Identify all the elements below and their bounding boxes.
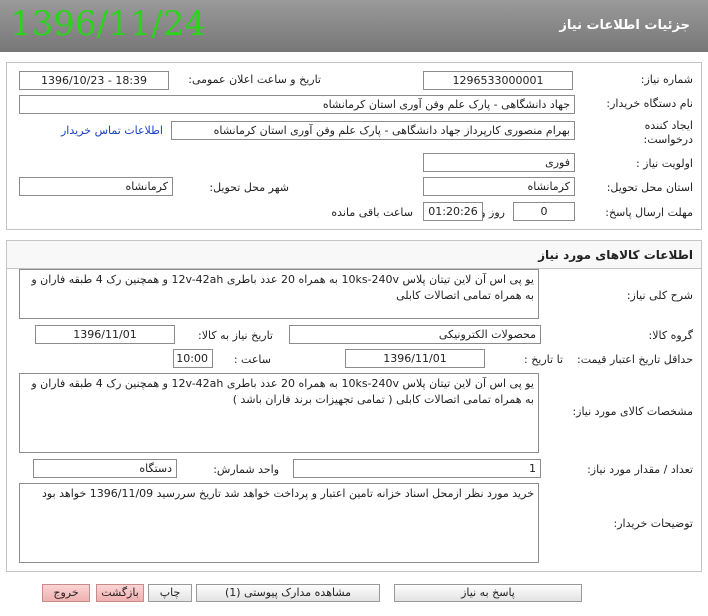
print-button[interactable]: چاپ — [148, 584, 192, 602]
unit-label: واحد شمارش: — [213, 463, 279, 476]
buyer-field: جهاد دانشگاهی - پارک علم وفن آوری استان … — [19, 95, 575, 114]
days-word: روز و — [480, 206, 505, 219]
province-label: استان محل تحویل: — [606, 181, 693, 194]
need-date-field: 1396/11/01 — [35, 325, 175, 344]
need-date-label: تاریخ نیاز به کالا: — [198, 329, 273, 342]
province-field: کرمانشاه — [423, 177, 575, 196]
general-desc-field: یو پی اس آن لاین تیتان پلاس 10ks-240v به… — [19, 269, 539, 319]
creator-label: ایجاد کننده درخواست: — [643, 119, 693, 146]
qty-field: 1 — [293, 459, 541, 478]
announce-label: تاریخ و ساعت اعلان عمومی: — [188, 73, 321, 86]
priority-label: اولویت نیاز : — [635, 157, 693, 170]
need-info-panel: شماره نیاز: 1296533000001 تاریخ و ساعت ا… — [6, 62, 702, 230]
deadline-label: مهلت ارسال پاسخ: — [605, 206, 693, 219]
page-title: جزئیات اطلاعات نیاز — [559, 18, 690, 33]
buyer-contact-link[interactable]: اطلاعات تماس خریدار — [61, 124, 163, 137]
qty-label: تعداد / مقدار مورد نیاز: — [587, 463, 693, 476]
unit-field: دستگاه — [33, 459, 177, 478]
days-field: 0 — [513, 202, 575, 221]
until-date-field: 1396/11/01 — [345, 349, 485, 368]
time-remaining-field: 01:20:26 — [423, 202, 483, 221]
city-label: شهر محل تحویل: — [209, 181, 289, 194]
buyer-notes-field: خرید مورد نظر ازمحل اسناد خزانه تامین اع… — [19, 483, 539, 563]
exit-button[interactable]: خروج — [42, 584, 90, 602]
min-price-label: حداقل تاریخ اعتبار قیمت: — [577, 353, 693, 366]
attachments-button[interactable]: مشاهده مدارک پیوستی (1) — [196, 584, 380, 602]
group-field: محصولات الکترونیکی — [289, 325, 541, 344]
remaining-word: ساعت باقی مانده — [331, 206, 413, 219]
goods-info-panel: اطلاعات کالاهای مورد نیاز شرح کلی نیاز: … — [6, 240, 702, 572]
creator-field: بهرام منصوری کارپرداز جهاد دانشگاهی - پا… — [171, 121, 575, 140]
hour-field: 10:00 — [173, 349, 213, 368]
need-number-field: 1296533000001 — [423, 71, 573, 90]
priority-field: فوری — [423, 153, 575, 172]
announce-field: 1396/10/23 - 18:39 — [19, 71, 169, 90]
until-date-label: تا تاریخ : — [524, 353, 563, 366]
hour-label: ساعت : — [233, 353, 271, 366]
respond-button[interactable]: پاسخ به نیاز — [394, 584, 582, 602]
general-desc-label: شرح کلی نیاز: — [626, 289, 693, 302]
back-button[interactable]: بازگشت — [96, 584, 144, 602]
date-stamp: 1396/11/24 — [10, 4, 206, 44]
buyer-label: نام دستگاه خریدار: — [606, 97, 693, 110]
group-label: گروه کالا: — [648, 329, 693, 342]
spec-field: یو پی اس آن لاین تیتان پلاس 10ks-240v به… — [19, 373, 539, 453]
buyer-notes-label: توضیحات خریدار: — [613, 517, 694, 530]
city-field: کرمانشاه — [19, 177, 173, 196]
spec-label: مشخصات کالای مورد نیاز: — [572, 405, 693, 418]
title-bar: جزئیات اطلاعات نیاز 1396/11/24 — [0, 0, 708, 52]
need-number-label: شماره نیاز: — [640, 73, 693, 86]
goods-section-header: اطلاعات کالاهای مورد نیاز — [7, 241, 701, 269]
